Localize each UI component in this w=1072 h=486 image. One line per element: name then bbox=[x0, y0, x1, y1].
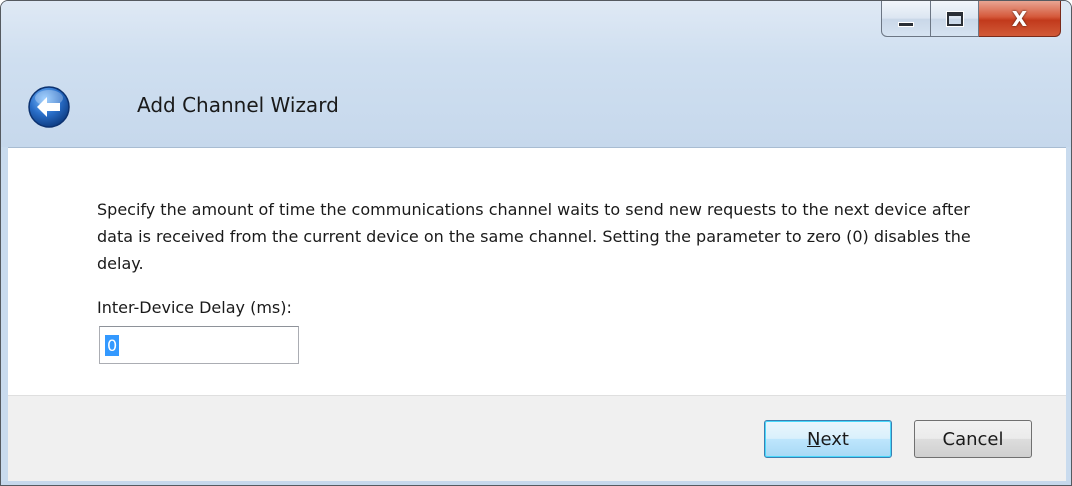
maximize-icon bbox=[945, 10, 964, 27]
cancel-button[interactable]: Cancel bbox=[914, 420, 1032, 458]
description-text: Specify the amount of time the communica… bbox=[97, 200, 971, 273]
wizard-title: Add Channel Wizard bbox=[137, 93, 339, 117]
back-button[interactable] bbox=[27, 85, 71, 129]
back-arrow-icon bbox=[28, 86, 70, 128]
window-frame-bottom bbox=[1, 481, 1071, 485]
wizard-content: Specify the amount of time the communica… bbox=[8, 147, 1066, 395]
wizard-window: X Add Channel Wizard Specify the amount … bbox=[0, 0, 1072, 486]
wizard-footer: Next Cancel bbox=[8, 395, 1066, 481]
inter-device-delay-label: Inter-Device Delay (ms): bbox=[97, 298, 292, 317]
caption-buttons: X bbox=[881, 1, 1061, 37]
close-icon: X bbox=[1011, 6, 1028, 31]
minimize-icon bbox=[898, 22, 914, 27]
next-mnemonic: N bbox=[807, 428, 821, 450]
close-button[interactable]: X bbox=[979, 1, 1061, 37]
input-selected-value: 0 bbox=[105, 334, 120, 356]
maximize-button[interactable] bbox=[931, 1, 979, 37]
next-label-rest: ext bbox=[820, 428, 849, 450]
next-button[interactable]: Next bbox=[764, 420, 892, 458]
title-bar: X Add Channel Wizard bbox=[1, 1, 1071, 147]
inter-device-delay-input[interactable]: 0 bbox=[99, 326, 299, 364]
minimize-button[interactable] bbox=[881, 1, 931, 37]
